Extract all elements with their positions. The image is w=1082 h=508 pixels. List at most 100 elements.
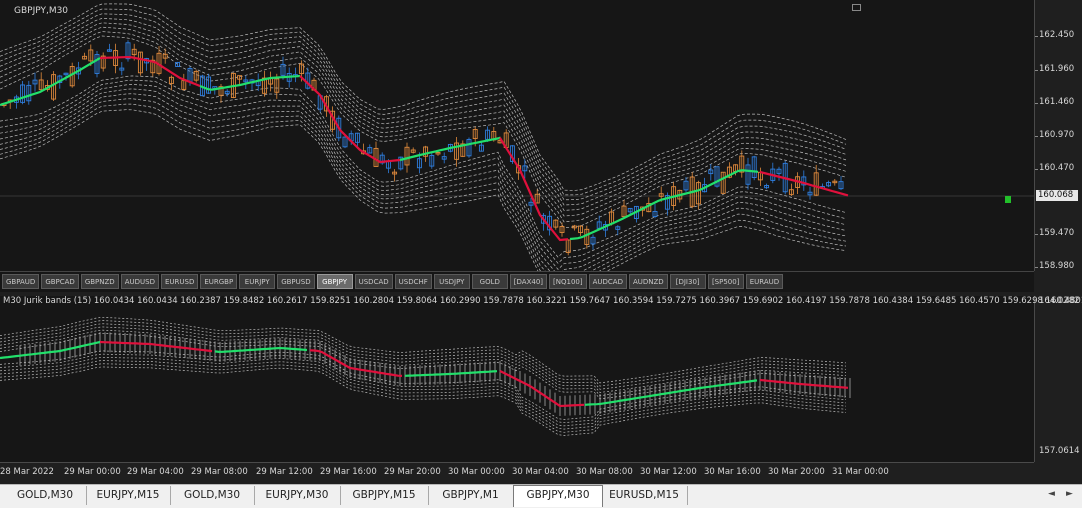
main-price-chart[interactable]: GBPJPY,M30 bbox=[0, 0, 1034, 272]
indicator-label: M30 Jurik bands (15) 160.0434 160.0434 1… bbox=[3, 296, 1082, 306]
candle bbox=[212, 86, 218, 95]
tab-gold-m30[interactable]: GOLD,M30 bbox=[4, 486, 87, 505]
candle bbox=[578, 225, 584, 236]
candle bbox=[82, 52, 88, 60]
candle bbox=[249, 78, 255, 91]
tab-gbpjpy-m1[interactable]: GBPJPY,M1 bbox=[428, 486, 514, 505]
candle bbox=[534, 189, 540, 204]
tab-eurjpy-m30[interactable]: EURJPY,M30 bbox=[254, 486, 341, 505]
band-line bbox=[0, 3, 847, 191]
candle bbox=[410, 147, 416, 154]
tab-gbpjpy-m15[interactable]: GBPJPY,M15 bbox=[340, 486, 429, 505]
symbol-button-dax40[interactable]: [DAX40] bbox=[509, 274, 548, 289]
candle bbox=[565, 239, 571, 256]
candle bbox=[683, 177, 689, 192]
time-label: 29 Mar 20:00 bbox=[384, 467, 441, 477]
time-label: 28 Mar 2022 bbox=[0, 467, 54, 477]
candle bbox=[206, 73, 212, 95]
symbol-button-usdchf[interactable]: USDCHF bbox=[394, 274, 432, 289]
indicator-axis[interactable]: 164.0282 157.0614 bbox=[1034, 296, 1082, 462]
tab-gold-m30[interactable]: GOLD,M30 bbox=[170, 486, 255, 505]
time-label: 29 Mar 16:00 bbox=[320, 467, 377, 477]
time-label: 30 Mar 12:00 bbox=[640, 467, 697, 477]
price-tick-label: 158.980 bbox=[1039, 261, 1075, 271]
symbol-button-audnzd[interactable]: AUDNZD bbox=[628, 274, 668, 289]
candle bbox=[460, 140, 466, 158]
candle bbox=[553, 219, 559, 230]
symbol-button-nq100[interactable]: [NQ100] bbox=[549, 274, 587, 289]
candle bbox=[547, 210, 553, 236]
price-tick-mark bbox=[1035, 36, 1038, 37]
symbol-button-eurgbp[interactable]: EURGBP bbox=[200, 274, 238, 289]
jurik-bands bbox=[0, 3, 847, 271]
candle bbox=[137, 51, 143, 76]
signal-marker bbox=[1005, 196, 1011, 203]
candle bbox=[813, 164, 819, 197]
trend-segment bbox=[299, 75, 401, 164]
symbol-button-gbpjpy[interactable]: GBPJPY bbox=[316, 274, 353, 289]
candle bbox=[571, 224, 577, 231]
tab-gbpjpy-m30[interactable]: GBPJPY,M30 bbox=[513, 485, 603, 507]
symbol-button-usdcad[interactable]: USDCAD bbox=[354, 274, 393, 289]
candle bbox=[664, 192, 670, 216]
price-tick-label: 161.460 bbox=[1039, 97, 1075, 107]
candle bbox=[342, 136, 348, 149]
candle bbox=[801, 170, 807, 191]
symbol-button-eurjpy[interactable]: EURJPY bbox=[239, 274, 276, 289]
symbol-button-sp500[interactable]: [SP500] bbox=[707, 274, 744, 289]
indicator-chart-canvas[interactable] bbox=[0, 296, 1034, 462]
candle bbox=[13, 94, 19, 109]
symbol-button-usdjpy[interactable]: USDJPY bbox=[433, 274, 470, 289]
candle bbox=[720, 171, 726, 194]
indicator-trend-segment bbox=[309, 349, 403, 377]
indicator-band-line bbox=[0, 323, 847, 390]
symbol-button-eurusd[interactable]: EURUSD bbox=[160, 274, 199, 289]
tab-eurjpy-m15[interactable]: EURJPY,M15 bbox=[86, 486, 171, 505]
candle bbox=[441, 152, 447, 164]
candle bbox=[702, 177, 708, 193]
candle bbox=[106, 43, 112, 52]
candle bbox=[795, 172, 801, 195]
time-label: 30 Mar 00:00 bbox=[448, 467, 505, 477]
symbol-button-audusd[interactable]: AUDUSD bbox=[120, 274, 159, 289]
candle bbox=[373, 141, 379, 167]
indicator-tick-label: 157.0614 bbox=[1039, 446, 1080, 456]
candle bbox=[739, 150, 745, 178]
symbol-button-audcad[interactable]: AUDCAD bbox=[588, 274, 627, 289]
candle bbox=[770, 162, 776, 184]
candle bbox=[807, 186, 813, 200]
candle bbox=[559, 222, 565, 237]
price-tick-label: 161.960 bbox=[1039, 64, 1075, 74]
price-axis[interactable]: 162.450 161.960 161.460 160.970 160.470 159.4… bbox=[1034, 0, 1082, 271]
candle bbox=[615, 225, 621, 236]
tab-eurusd-m15[interactable]: EURUSD,M15 bbox=[601, 486, 688, 505]
symbol-button-gbpusd[interactable]: GBPUSD bbox=[277, 274, 315, 289]
chart-window-control[interactable] bbox=[852, 4, 861, 11]
tab-scroll-left-icon[interactable]: ◄ bbox=[1048, 489, 1055, 499]
symbol-button-euraud[interactable]: EURAUD bbox=[745, 274, 784, 289]
chart-title: GBPJPY,M30 bbox=[14, 6, 69, 16]
symbol-button-gbpnzd[interactable]: GBPNZD bbox=[80, 274, 119, 289]
time-label: 29 Mar 08:00 bbox=[191, 467, 248, 477]
time-label: 30 Mar 04:00 bbox=[512, 467, 569, 477]
time-label: 30 Mar 16:00 bbox=[704, 467, 761, 477]
candle bbox=[175, 61, 181, 67]
symbol-button-gbpaud[interactable]: GBPAUD bbox=[2, 274, 40, 289]
price-chart-canvas[interactable] bbox=[0, 0, 1034, 271]
band-line bbox=[0, 26, 847, 217]
candle bbox=[788, 183, 794, 197]
symbol-button-gold[interactable]: GOLD bbox=[471, 274, 508, 289]
symbol-button-gbpcad[interactable]: GBPCAD bbox=[41, 274, 79, 289]
candle bbox=[292, 67, 298, 83]
price-tick-mark bbox=[1035, 136, 1038, 137]
candle bbox=[429, 152, 435, 169]
candle bbox=[100, 52, 106, 72]
tab-scroll-right-icon[interactable]: ► bbox=[1066, 489, 1073, 499]
indicator-chart[interactable] bbox=[0, 296, 1034, 462]
time-label: 30 Mar 20:00 bbox=[768, 467, 825, 477]
candle bbox=[32, 72, 38, 92]
symbol-button-dji30[interactable]: [DJI30] bbox=[669, 274, 706, 289]
time-label: 30 Mar 08:00 bbox=[576, 467, 633, 477]
candle bbox=[633, 205, 639, 223]
candle bbox=[584, 225, 590, 249]
